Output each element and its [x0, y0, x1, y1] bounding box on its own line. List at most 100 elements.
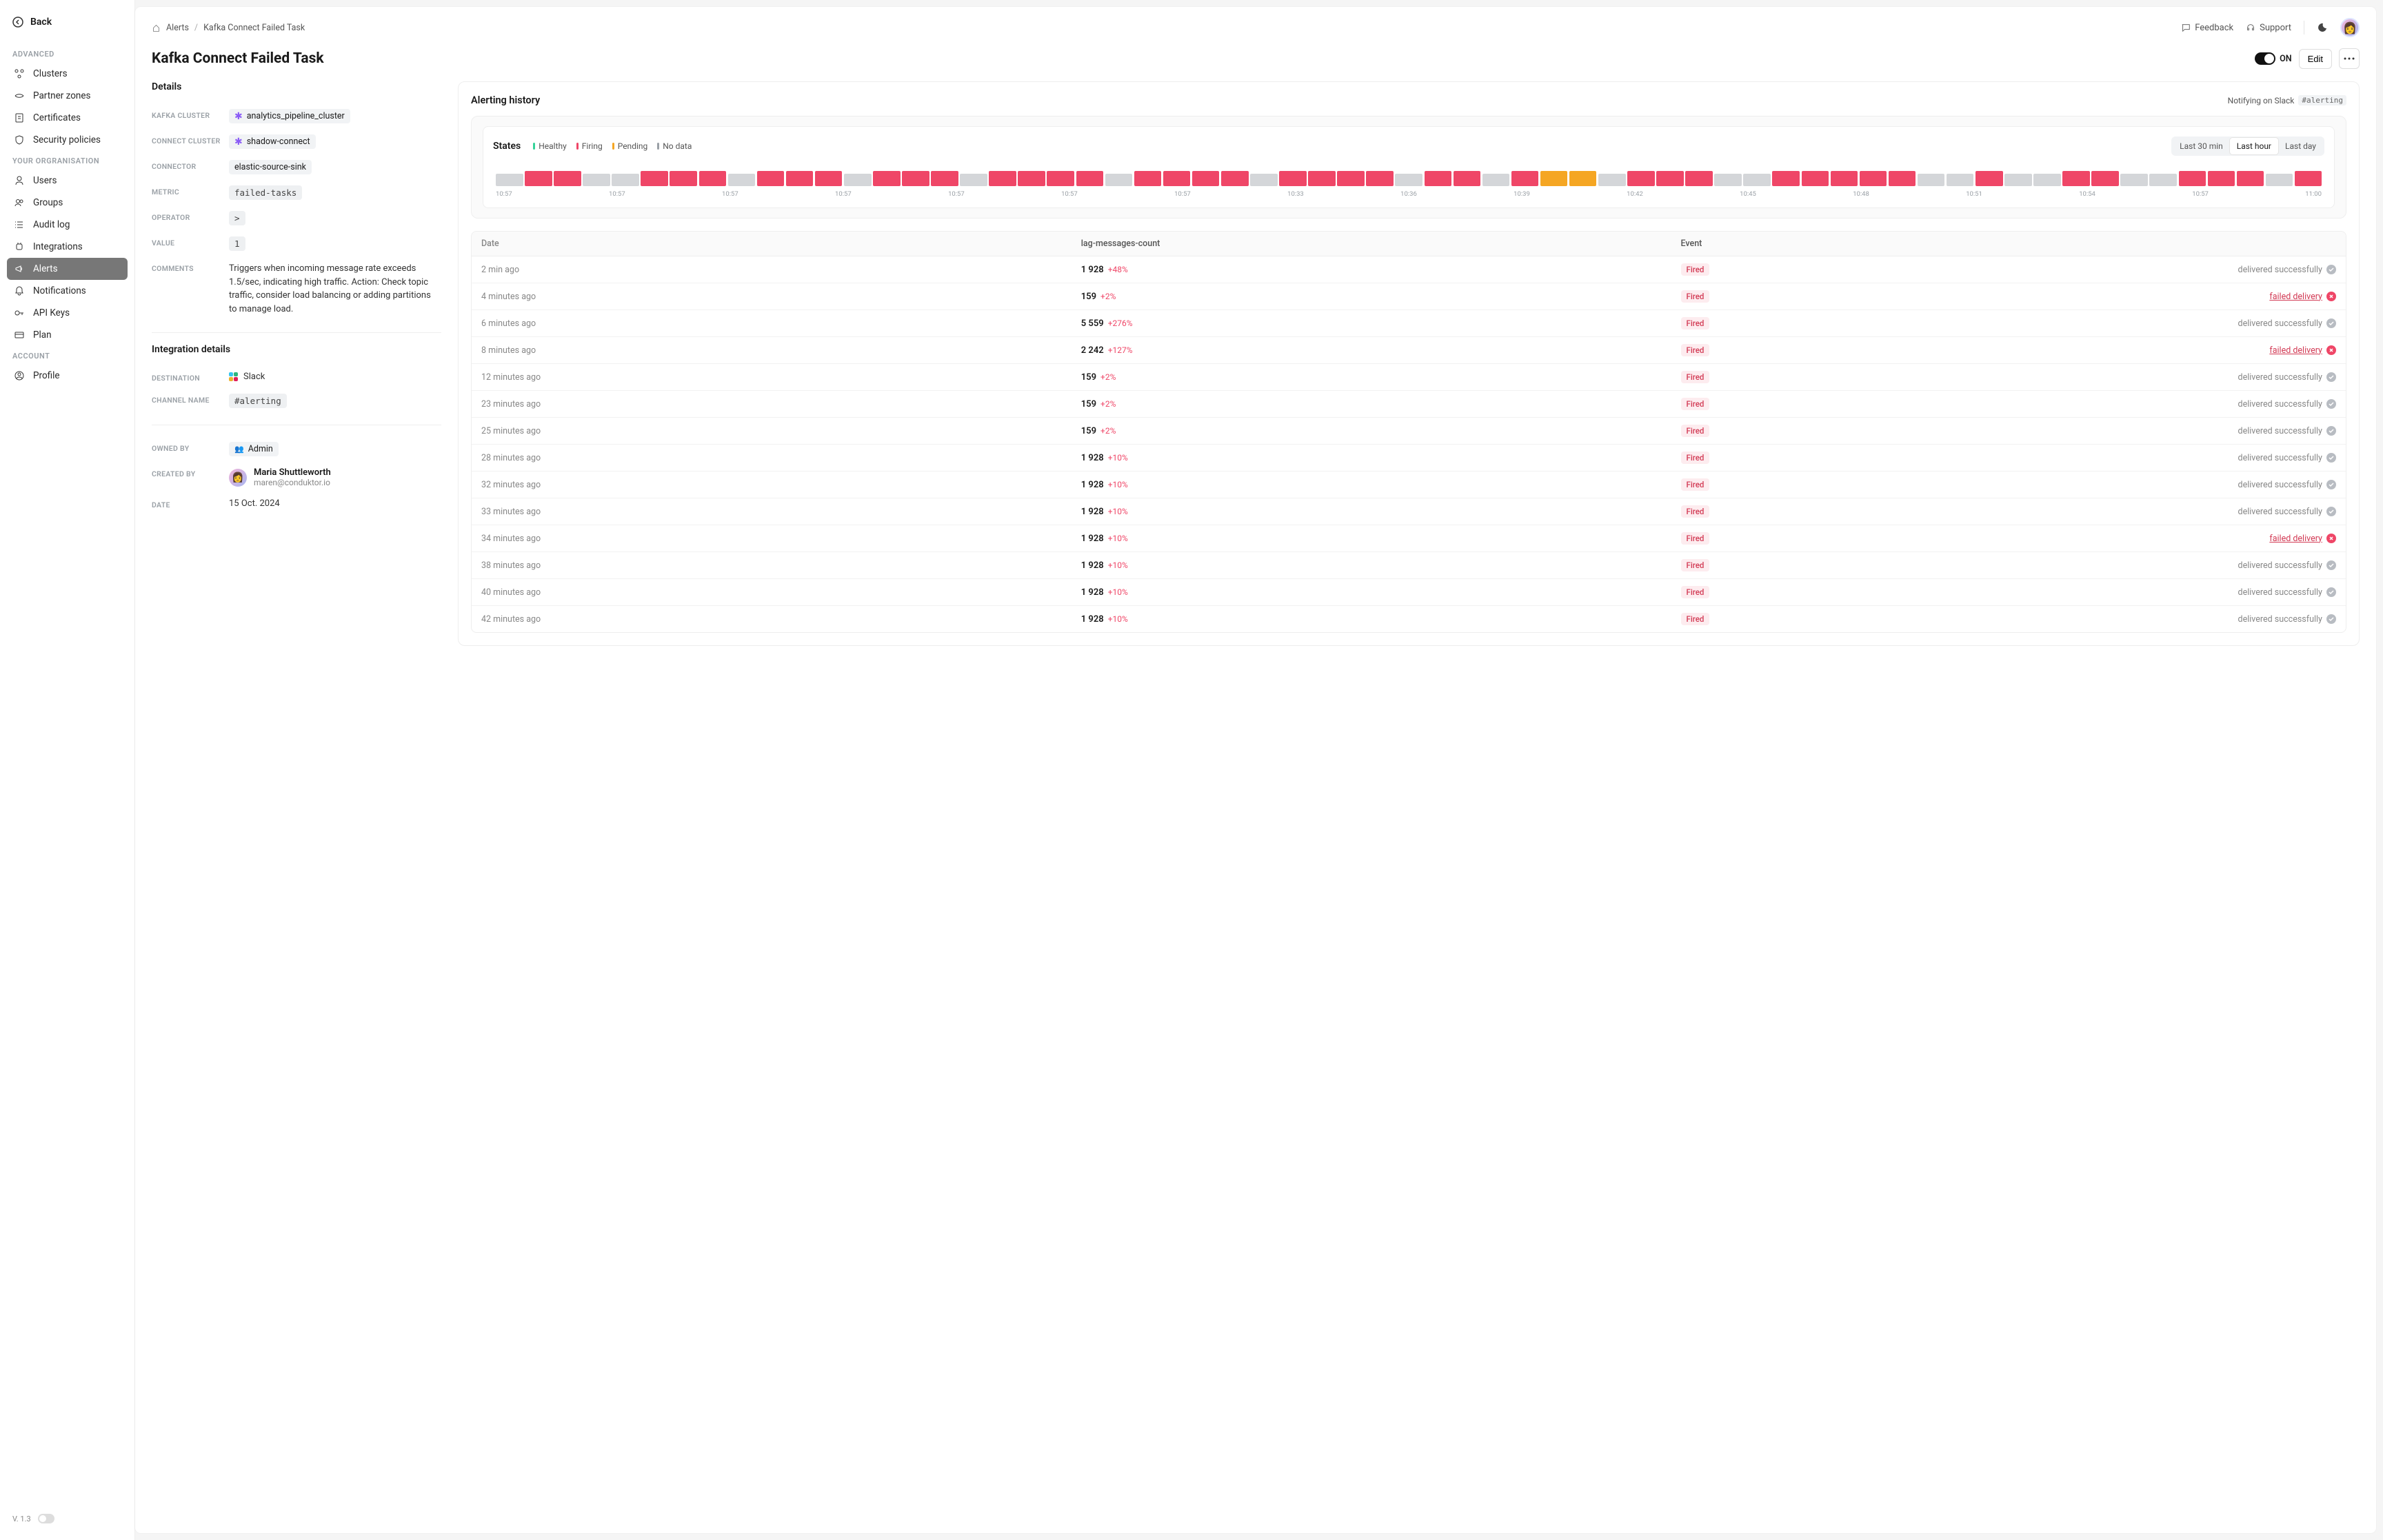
state-bar[interactable]	[496, 174, 523, 186]
state-bar[interactable]	[1860, 171, 1887, 186]
edit-button[interactable]: Edit	[2299, 49, 2332, 69]
state-bar[interactable]	[1018, 171, 1045, 186]
state-bar[interactable]	[1714, 174, 1742, 186]
state-bar[interactable]	[1163, 171, 1191, 186]
enabled-toggle[interactable]: ON	[2255, 52, 2291, 65]
state-bar[interactable]	[1308, 171, 1336, 186]
state-bar[interactable]	[670, 171, 697, 186]
state-bar[interactable]	[699, 171, 727, 186]
state-bar[interactable]	[1279, 171, 1307, 186]
state-bar[interactable]	[844, 174, 872, 186]
range-hour[interactable]: Last hour	[2230, 138, 2278, 154]
state-bar[interactable]	[554, 171, 581, 186]
badge-connector[interactable]: elastic-source-sink	[229, 160, 312, 174]
delivery-status[interactable]: failed delivery	[2269, 345, 2336, 356]
state-bar[interactable]	[1454, 171, 1481, 186]
history-title: Alerting history	[471, 94, 540, 106]
nav-integrations[interactable]: Integrations	[7, 236, 128, 258]
nav-plan[interactable]: Plan	[7, 324, 128, 346]
state-bar[interactable]	[786, 171, 814, 186]
nav-clusters[interactable]: Clusters	[7, 63, 128, 85]
state-bar[interactable]	[525, 171, 552, 186]
state-bar[interactable]	[2237, 171, 2264, 186]
state-bar[interactable]	[641, 171, 668, 186]
state-bar[interactable]	[1047, 171, 1074, 186]
state-bar[interactable]	[1598, 174, 1626, 186]
state-bar[interactable]	[1395, 174, 1422, 186]
sidebar-collapse-toggle[interactable]	[38, 1514, 54, 1523]
state-bar[interactable]	[989, 171, 1016, 186]
badge-owner[interactable]: 👥Admin	[229, 442, 279, 456]
state-bar[interactable]	[583, 174, 610, 186]
state-bar[interactable]	[1947, 174, 1974, 186]
state-bar[interactable]	[1192, 171, 1220, 186]
state-bar[interactable]	[1975, 171, 2003, 186]
support-link[interactable]: Support	[2246, 23, 2291, 33]
state-bar[interactable]	[1772, 171, 1800, 186]
nav-notifications[interactable]: Notifications	[7, 280, 128, 302]
state-bar[interactable]	[2033, 174, 2061, 186]
nav-api-keys[interactable]: API Keys	[7, 302, 128, 324]
state-bar[interactable]	[1889, 171, 1916, 186]
state-bar[interactable]	[1831, 171, 1858, 186]
state-bar[interactable]	[2208, 171, 2235, 186]
th-event: Event	[1671, 232, 2346, 256]
state-bar[interactable]	[2120, 174, 2148, 186]
state-bar[interactable]	[1425, 171, 1452, 186]
nav-alerts[interactable]: Alerts	[7, 258, 128, 280]
state-bar[interactable]	[2179, 171, 2206, 186]
state-bar[interactable]	[1918, 174, 1945, 186]
state-bar[interactable]	[1337, 171, 1365, 186]
state-bar[interactable]	[1569, 171, 1597, 186]
state-bar[interactable]	[1134, 171, 1162, 186]
state-bar[interactable]	[2062, 171, 2090, 186]
back-link[interactable]: Back	[7, 12, 128, 32]
range-day[interactable]: Last day	[2278, 138, 2323, 154]
state-bar[interactable]	[1250, 174, 1278, 186]
state-bar[interactable]	[1366, 171, 1394, 186]
nav-partner-zones[interactable]: Partner zones	[7, 85, 128, 107]
nav-groups[interactable]: Groups	[7, 192, 128, 214]
badge-connect-cluster[interactable]: ✱shadow-connect	[229, 134, 316, 149]
state-bar[interactable]	[1627, 171, 1655, 186]
state-bar[interactable]	[873, 171, 901, 186]
state-bar[interactable]	[902, 171, 929, 186]
state-bar[interactable]	[931, 171, 958, 186]
more-button[interactable]	[2339, 48, 2360, 69]
range-30min[interactable]: Last 30 min	[2173, 138, 2230, 154]
state-bar[interactable]	[728, 174, 756, 186]
state-bar[interactable]	[2004, 174, 2032, 186]
badge-kafka-cluster[interactable]: ✱analytics_pipeline_cluster	[229, 109, 350, 123]
state-bar[interactable]	[2266, 174, 2293, 186]
state-bar[interactable]	[2091, 171, 2119, 186]
state-bar[interactable]	[757, 171, 785, 186]
state-bar[interactable]	[1743, 174, 1771, 186]
state-bar[interactable]	[1511, 171, 1539, 186]
state-bar[interactable]	[960, 174, 987, 186]
state-bar[interactable]	[1076, 171, 1104, 186]
state-bar[interactable]	[1802, 171, 1829, 186]
nav-certificates[interactable]: Certificates	[7, 107, 128, 129]
nav-users[interactable]: Users	[7, 170, 128, 192]
state-bar[interactable]	[815, 171, 843, 186]
state-bar[interactable]	[1656, 171, 1684, 186]
breadcrumb-alerts[interactable]: Alerts	[166, 23, 189, 33]
delivery-status: delivered successfully	[2238, 399, 2336, 409]
nav-security-policies[interactable]: Security policies	[7, 129, 128, 151]
delivery-status[interactable]: failed delivery	[2269, 292, 2336, 302]
nav-profile[interactable]: Profile	[7, 365, 128, 387]
nav-label: Plan	[33, 330, 52, 341]
state-bar[interactable]	[612, 174, 639, 186]
nav-audit-log[interactable]: Audit log	[7, 214, 128, 236]
state-bar[interactable]	[2149, 174, 2177, 186]
state-bar[interactable]	[1685, 171, 1713, 186]
state-bar[interactable]	[2295, 171, 2322, 186]
state-bar[interactable]	[1540, 171, 1568, 186]
moon-icon[interactable]	[2317, 22, 2328, 33]
delivery-status[interactable]: failed delivery	[2269, 534, 2336, 544]
feedback-link[interactable]: Feedback	[2181, 23, 2233, 33]
user-avatar[interactable]: 👩	[2340, 18, 2360, 37]
state-bar[interactable]	[1221, 171, 1249, 186]
state-bar[interactable]	[1105, 174, 1133, 186]
state-bar[interactable]	[1482, 174, 1510, 186]
